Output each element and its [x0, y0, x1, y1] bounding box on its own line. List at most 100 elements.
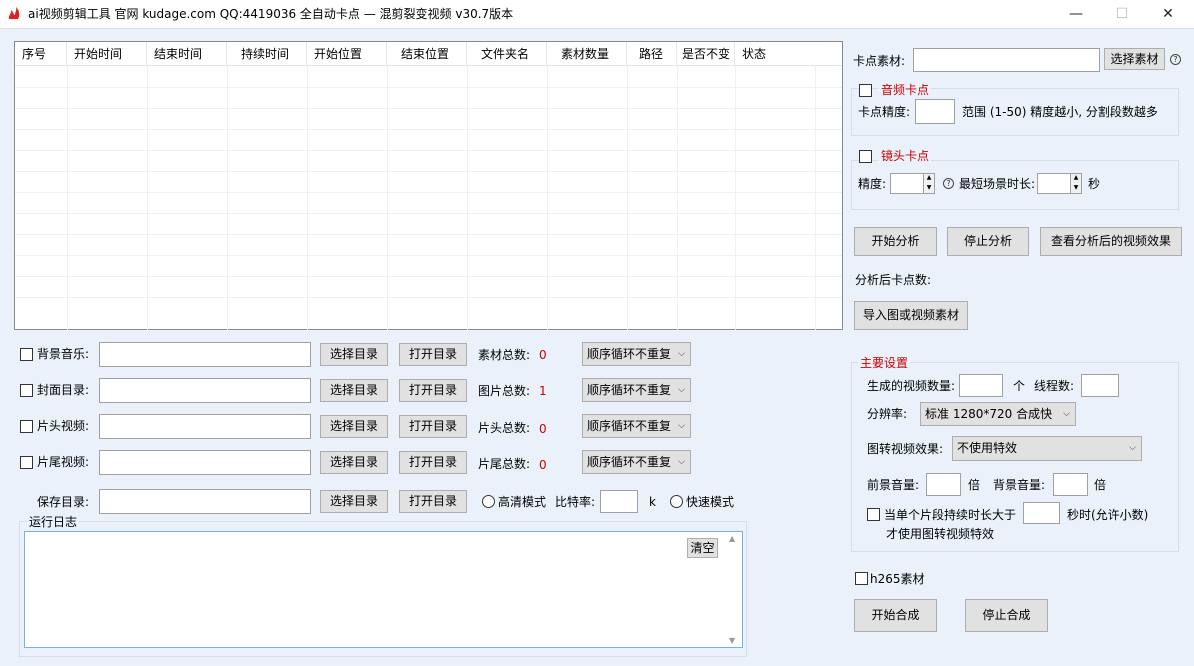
- stop-compose-button[interactable]: 停止合成: [965, 599, 1048, 632]
- bitrate-label: 比特率:: [555, 495, 596, 509]
- bgm-count-value: 0: [539, 348, 547, 362]
- intro-count-label: 片头总数:: [478, 421, 531, 435]
- bgm-mode-select[interactable]: 顺序循环不重复 ⌵: [582, 342, 691, 366]
- col-folder-name[interactable]: 文件夹名: [467, 42, 547, 66]
- clear-log-button[interactable]: 清空: [687, 538, 718, 558]
- bitrate-unit: k: [649, 495, 656, 509]
- h265-checkbox[interactable]: [855, 572, 868, 585]
- minimize-button[interactable]: —: [1053, 0, 1099, 28]
- bgm-label: 背景音乐:: [37, 347, 90, 361]
- outro-select-dir-button[interactable]: 选择目录: [320, 451, 388, 474]
- shot-precision-spinner[interactable]: ▲ ▼: [924, 173, 935, 194]
- beat-precision-input[interactable]: [915, 99, 955, 124]
- outro-open-dir-button[interactable]: 打开目录: [399, 451, 467, 474]
- save-open-dir-button[interactable]: 打开目录: [399, 490, 467, 513]
- col-start-pos[interactable]: 开始位置: [307, 42, 387, 66]
- help-icon[interactable]: ?: [1170, 54, 1181, 65]
- outro-path-input[interactable]: [99, 450, 311, 475]
- stop-analysis-button[interactable]: 停止分析: [947, 227, 1029, 256]
- col-end-time[interactable]: 结束时间: [147, 42, 227, 66]
- help-icon[interactable]: ?: [943, 178, 954, 189]
- fg-volume-unit: 倍: [968, 478, 981, 492]
- outro-count-label: 片尾总数:: [478, 457, 531, 471]
- save-dir-label: 保存目录:: [37, 495, 90, 509]
- col-unchanged[interactable]: 是否不变: [677, 42, 735, 66]
- col-duration[interactable]: 持续时间: [227, 42, 307, 66]
- audio-beat-checkbox[interactable]: [859, 84, 872, 97]
- col-material-count[interactable]: 素材数量: [547, 42, 627, 66]
- audio-beat-label: 音频卡点: [879, 82, 932, 98]
- app-flame-icon: [8, 7, 20, 19]
- resolution-select[interactable]: 标准 1280*720 合成快 ⌵: [920, 402, 1076, 426]
- bgm-open-dir-button[interactable]: 打开目录: [399, 343, 467, 366]
- start-analysis-button[interactable]: 开始分析: [854, 227, 937, 256]
- fast-mode-radio[interactable]: [670, 495, 683, 508]
- col-index[interactable]: 序号: [15, 42, 67, 66]
- shot-beat-label: 镜头卡点: [879, 148, 932, 164]
- material-input[interactable]: [913, 48, 1100, 72]
- save-select-dir-button[interactable]: 选择目录: [320, 490, 388, 513]
- shot-beat-checkbox[interactable]: [859, 150, 872, 163]
- bgm-path-input[interactable]: [99, 342, 311, 367]
- bg-volume-input[interactable]: [1053, 473, 1088, 496]
- chevron-down-icon: ⌵: [678, 421, 685, 431]
- log-scrollbar[interactable]: ▲ ▼: [726, 532, 742, 647]
- cover-path-input[interactable]: [99, 378, 311, 403]
- select-material-button[interactable]: 选择素材: [1104, 48, 1165, 70]
- spin-down-icon: ▼: [926, 183, 932, 191]
- save-dir-input[interactable]: [99, 489, 311, 514]
- threads-label: 线程数:: [1034, 379, 1075, 393]
- cover-open-dir-button[interactable]: 打开目录: [399, 379, 467, 402]
- intro-mode-select[interactable]: 顺序循环不重复 ⌵: [582, 414, 691, 438]
- seconds-unit: 秒: [1088, 177, 1101, 191]
- min-scene-label: 最短场景时长:: [959, 177, 1036, 191]
- img-effect-select[interactable]: 不使用特效 ⌵: [952, 436, 1142, 461]
- shot-precision-label: 精度:: [858, 177, 887, 191]
- bgm-select-dir-button[interactable]: 选择目录: [320, 343, 388, 366]
- chevron-down-icon: ⌵: [678, 349, 685, 359]
- outro-mode-select[interactable]: 顺序循环不重复 ⌵: [582, 450, 691, 474]
- outro-count-value: 0: [539, 458, 547, 472]
- cover-checkbox[interactable]: [20, 384, 33, 397]
- shot-precision-input[interactable]: [890, 173, 924, 194]
- min-scene-spinner[interactable]: ▲ ▼: [1071, 173, 1082, 194]
- precision-range-hint: 范围 (1-50) 精度越小, 分割段数越多: [962, 105, 1158, 119]
- chevron-down-icon: ⌵: [1063, 409, 1070, 419]
- bg-volume-unit: 倍: [1094, 478, 1107, 492]
- maximize-button[interactable]: ☐: [1099, 0, 1145, 28]
- view-effect-button[interactable]: 查看分析后的视频效果: [1040, 227, 1182, 256]
- intro-checkbox[interactable]: [20, 420, 33, 433]
- fg-volume-label: 前景音量:: [867, 478, 920, 492]
- beat-precision-label: 卡点精度:: [858, 105, 911, 119]
- title-bar: ai视频剪辑工具 官网 kudage.com QQ:4419036 全自动卡点 …: [0, 0, 1194, 28]
- outro-checkbox[interactable]: [20, 456, 33, 469]
- intro-path-input[interactable]: [99, 414, 311, 439]
- cover-count-value: 1: [539, 384, 547, 398]
- bgm-mode-value: 顺序循环不重复: [587, 347, 672, 361]
- col-end-pos[interactable]: 结束位置: [387, 42, 467, 66]
- segment-table[interactable]: 序号 开始时间 结束时间 持续时间 开始位置 结束位置 文件夹名 素材数量 路径…: [14, 41, 843, 330]
- segment-effect-checkbox[interactable]: [867, 508, 880, 521]
- threads-input[interactable]: [1081, 374, 1119, 397]
- col-status[interactable]: 状态: [735, 42, 815, 66]
- fg-volume-input[interactable]: [926, 473, 961, 496]
- spin-up-icon: ▲: [1073, 174, 1079, 181]
- log-textarea[interactable]: [24, 531, 743, 648]
- h265-label: h265素材: [870, 572, 925, 586]
- col-path[interactable]: 路径: [627, 42, 677, 66]
- col-start-time[interactable]: 开始时间: [67, 42, 147, 66]
- hd-mode-radio[interactable]: [482, 495, 495, 508]
- outro-label: 片尾视频:: [37, 455, 90, 469]
- bitrate-input[interactable]: [600, 490, 638, 513]
- start-compose-button[interactable]: 开始合成: [854, 599, 937, 632]
- min-scene-input[interactable]: [1037, 173, 1071, 194]
- cover-select-dir-button[interactable]: 选择目录: [320, 379, 388, 402]
- segment-duration-input[interactable]: [1023, 502, 1060, 524]
- import-material-button[interactable]: 导入图或视频素材: [854, 301, 968, 330]
- gen-count-input[interactable]: [959, 374, 1003, 397]
- bgm-checkbox[interactable]: [20, 348, 33, 361]
- intro-select-dir-button[interactable]: 选择目录: [320, 415, 388, 438]
- intro-open-dir-button[interactable]: 打开目录: [399, 415, 467, 438]
- cover-mode-select[interactable]: 顺序循环不重复 ⌵: [582, 378, 691, 402]
- close-button[interactable]: ✕: [1145, 0, 1191, 28]
